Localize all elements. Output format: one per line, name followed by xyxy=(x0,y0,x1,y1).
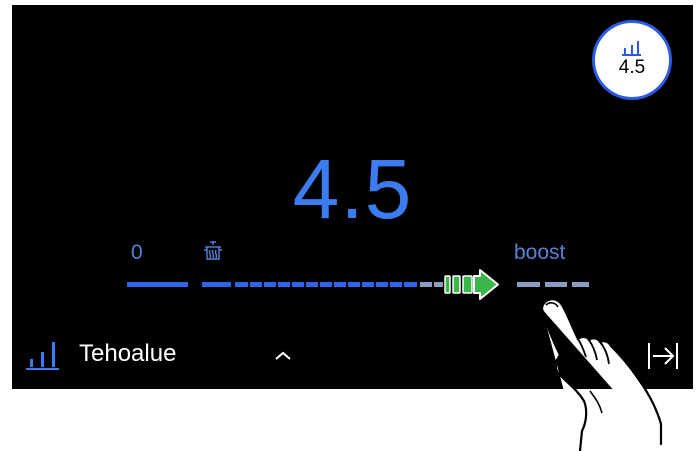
chevron-up-icon[interactable] xyxy=(270,343,296,365)
current-power-level: 4.5 xyxy=(292,142,413,236)
zone-level-badge[interactable]: 4.5 xyxy=(592,20,672,100)
power-level-icon xyxy=(622,40,641,56)
slider-active-segments xyxy=(127,282,417,287)
pot-icon xyxy=(204,241,222,260)
badge-value: 4.5 xyxy=(618,56,646,78)
mode-label[interactable]: Tehoalue xyxy=(79,340,176,368)
scale-max-label: boost xyxy=(514,241,566,264)
arrow-right-icon xyxy=(444,269,499,300)
pointing-hand-icon xyxy=(540,298,663,451)
power-level-icon[interactable] xyxy=(26,339,62,371)
scale-min-label: 0 xyxy=(131,241,143,264)
